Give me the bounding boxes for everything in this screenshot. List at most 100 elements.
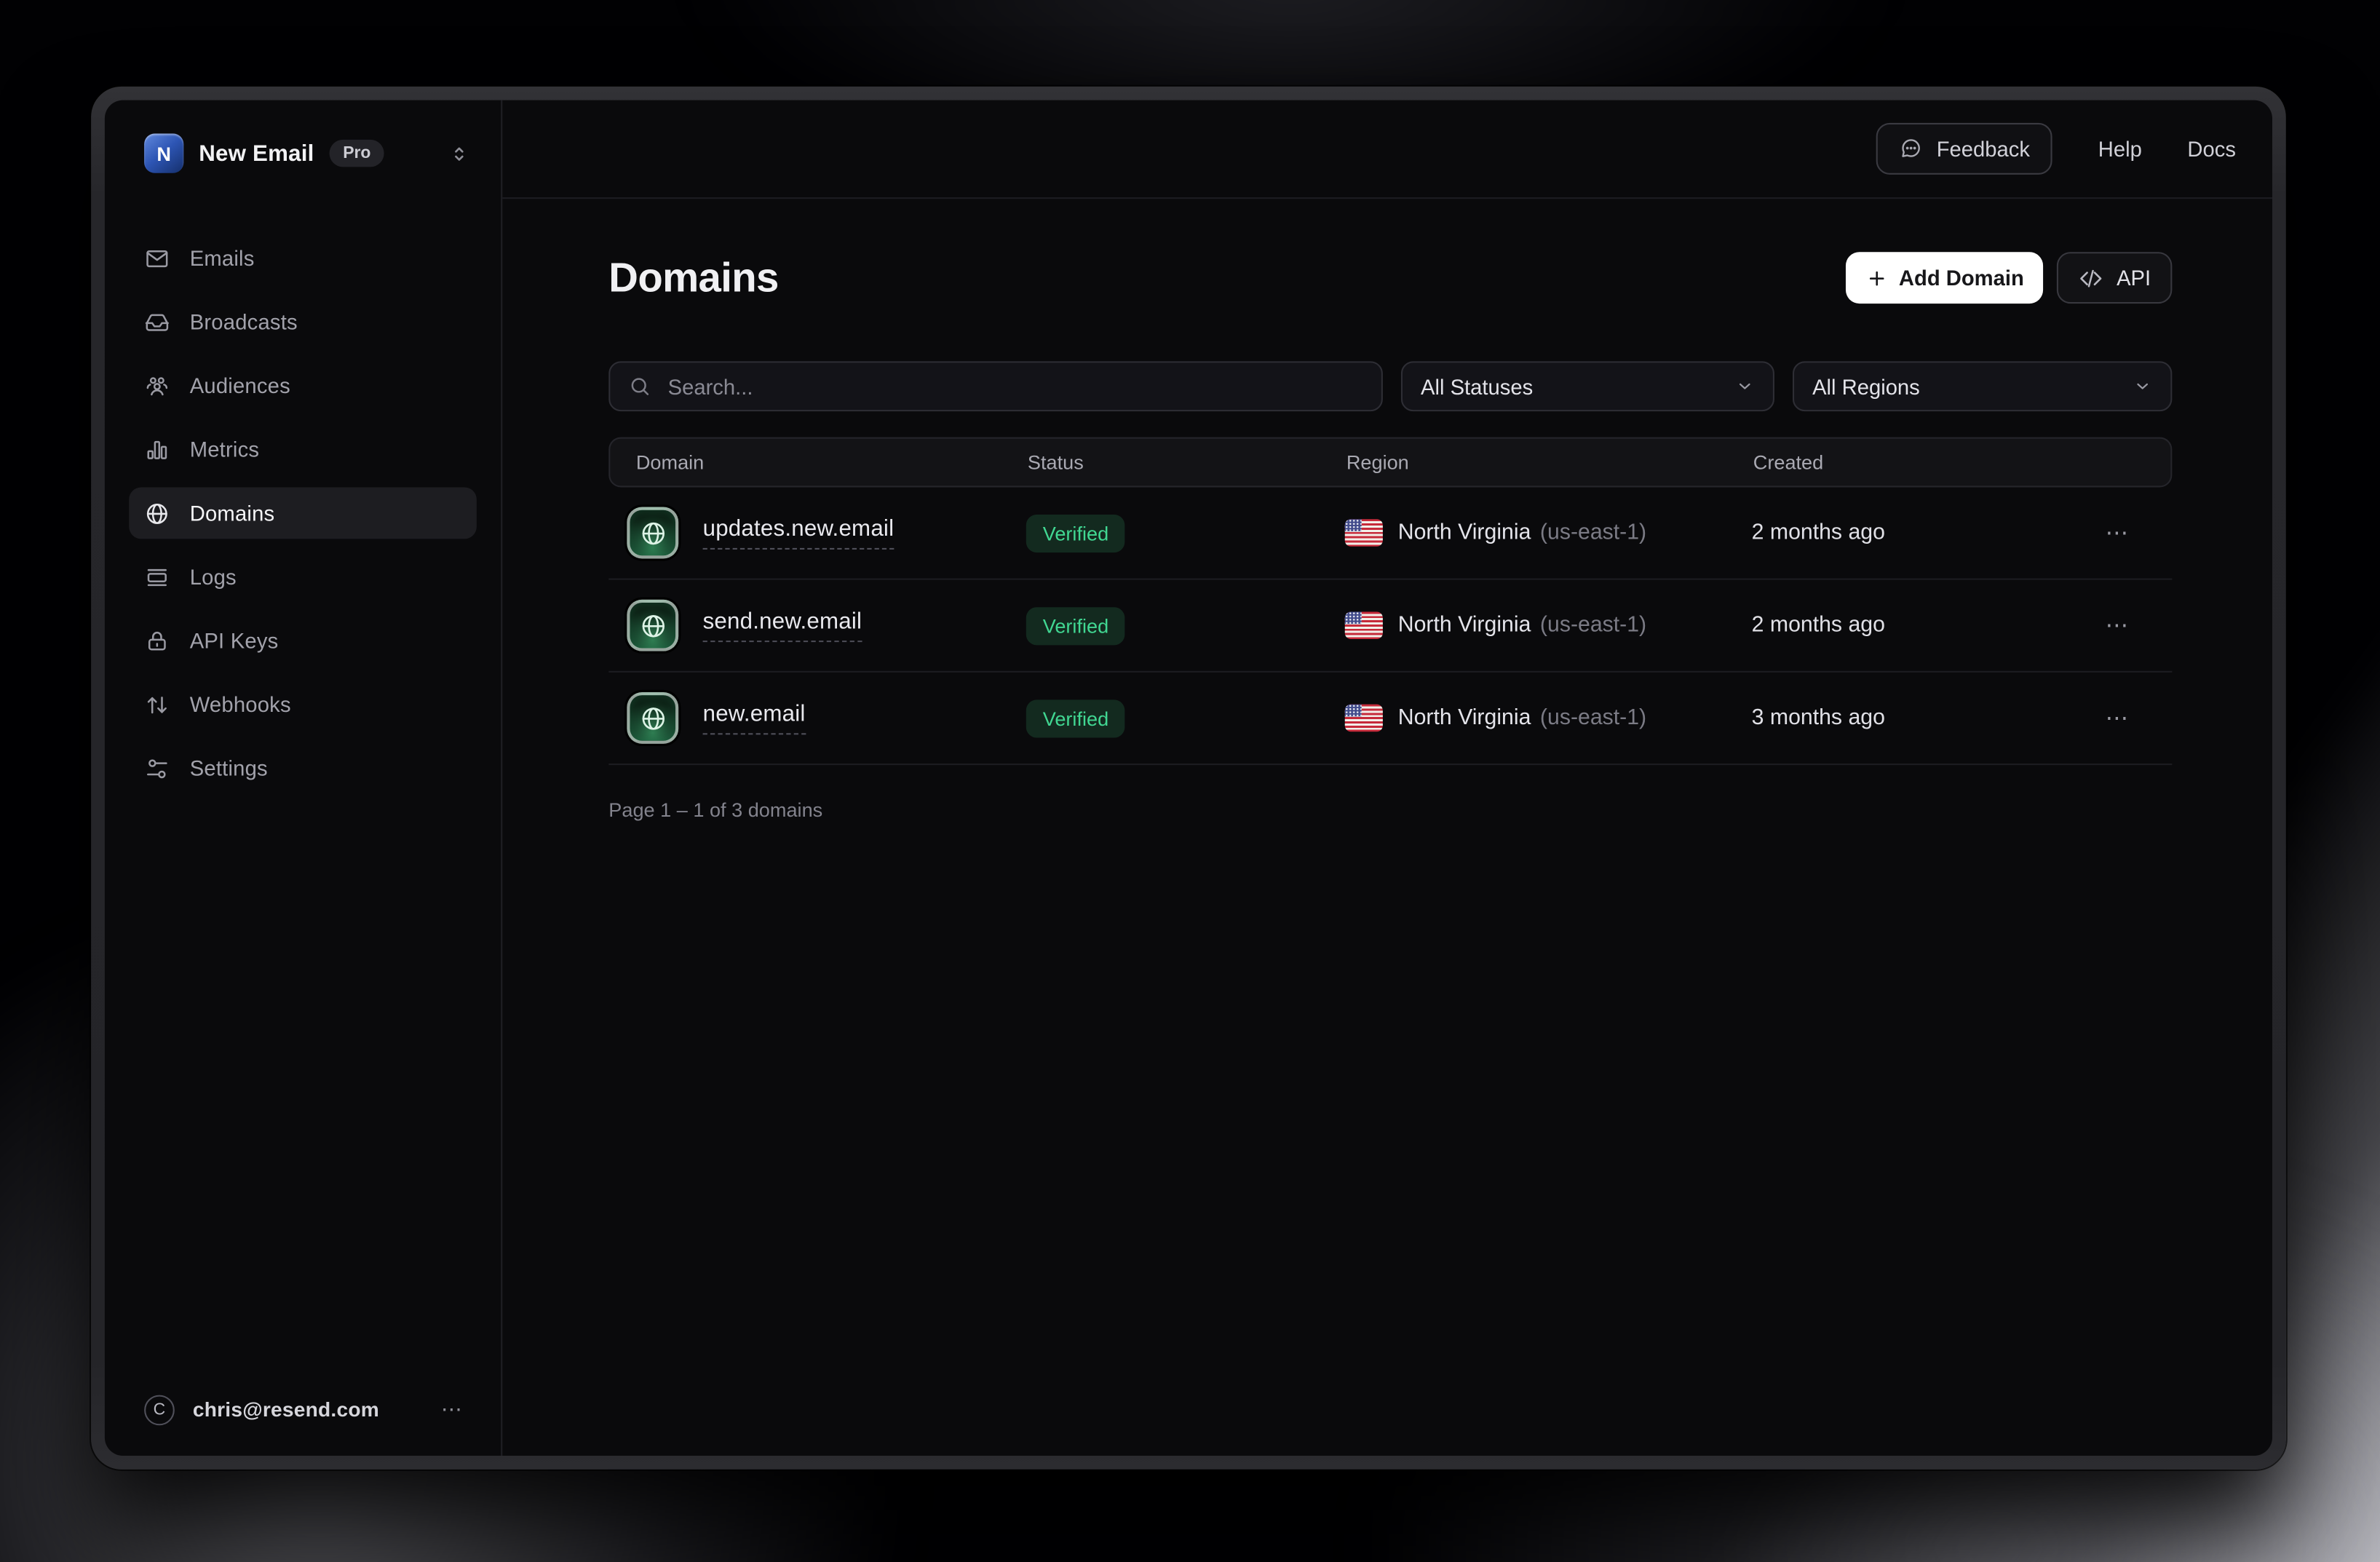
table-header: Domain Status Region Created — [608, 437, 2172, 488]
sidebar-item-label: Metrics — [190, 437, 260, 461]
lock-icon — [144, 627, 170, 653]
domain-cell: new.email — [608, 692, 1026, 744]
row-menu-button[interactable]: ⋯ — [2096, 698, 2138, 737]
row-menu-button[interactable]: ⋯ — [2096, 606, 2138, 645]
code-icon — [2079, 265, 2104, 290]
sidebar-item-label: Emails — [190, 246, 255, 270]
domain-globe-icon — [627, 692, 678, 744]
help-link[interactable]: Help — [2098, 137, 2142, 161]
us-flag-icon — [1345, 611, 1383, 639]
sidebar-item-api-keys[interactable]: API Keys — [129, 615, 477, 667]
domains-table-body: updates.new.email Verified North Virgini… — [608, 487, 2172, 765]
add-domain-label: Add Domain — [1899, 266, 2024, 290]
inbox-icon — [144, 309, 170, 334]
search-icon — [628, 375, 651, 397]
workspace-name: New Email — [199, 140, 314, 166]
sidebar-item-audiences[interactable]: Audiences — [129, 360, 477, 411]
user-email: chris@resend.com — [193, 1398, 379, 1421]
status-cell: Verified — [1026, 514, 1345, 552]
status-cell: Verified — [1026, 699, 1345, 737]
page-title: Domains — [608, 254, 778, 301]
region-code: (us-east-1) — [1540, 520, 1646, 544]
domain-link[interactable]: updates.new.email — [703, 516, 895, 550]
table-row: send.new.email Verified North Virginia (… — [608, 580, 2172, 673]
region-cell: North Virginia (us-east-1) — [1345, 519, 1752, 547]
column-header-created: Created — [1753, 451, 2171, 473]
domain-link[interactable]: send.new.email — [703, 608, 862, 642]
sidebar-item-settings[interactable]: Settings — [129, 742, 477, 794]
page-actions: Add Domain API — [1846, 252, 2172, 304]
page-header: Domains Add Domain — [608, 252, 2172, 304]
globe-icon — [144, 500, 170, 526]
user-row: C chris@resend.com ⋯ — [144, 1393, 470, 1425]
sidebar-item-label: Webhooks — [190, 692, 291, 716]
column-header-region: Region — [1346, 451, 1753, 473]
region-filter-value: All Regions — [1812, 374, 1920, 398]
column-header-domain: Domain — [610, 451, 1028, 473]
app-window: N New Email Pro Emails — [91, 87, 2286, 1470]
sidebar-item-metrics[interactable]: Metrics — [129, 424, 477, 475]
sidebar-item-emails[interactable]: Emails — [129, 232, 477, 284]
workspace-logo: N — [144, 134, 183, 173]
status-filter-value: All Statuses — [1421, 374, 1533, 398]
page-content: Domains Add Domain — [502, 199, 2272, 821]
sidebar-item-logs[interactable]: Logs — [129, 551, 477, 603]
sidebar-item-label: Broadcasts — [190, 309, 298, 333]
feedback-button[interactable]: Feedback — [1876, 123, 2052, 175]
sidebar-nav: Emails Broadcasts Audiences — [105, 232, 501, 794]
created-value: 2 months ago — [1752, 520, 1885, 544]
status-badge: Verified — [1026, 699, 1125, 737]
row-menu-button[interactable]: ⋯ — [2096, 513, 2138, 552]
bar-chart-icon — [144, 437, 170, 462]
domain-link[interactable]: new.email — [703, 702, 806, 735]
region-filter-select[interactable]: All Regions — [1793, 361, 2172, 411]
sliders-icon — [144, 756, 170, 781]
arrows-up-down-icon — [144, 691, 170, 717]
users-icon — [144, 373, 170, 398]
rows-icon — [144, 564, 170, 590]
sidebar-item-label: Logs — [190, 565, 237, 589]
sidebar: N New Email Pro Emails — [105, 100, 502, 1456]
plan-badge: Pro — [329, 140, 384, 167]
api-label: API — [2117, 266, 2151, 290]
region-cell: North Virginia (us-east-1) — [1345, 705, 1752, 732]
api-button[interactable]: API — [2058, 252, 2173, 304]
region-name: North Virginia — [1398, 614, 1531, 638]
region-name: North Virginia — [1398, 520, 1531, 544]
sidebar-item-domains[interactable]: Domains — [129, 487, 477, 539]
region-name: North Virginia — [1398, 706, 1531, 730]
main-column: Feedback Help Docs Domains Add — [502, 100, 2272, 1456]
status-filter-select[interactable]: All Statuses — [1401, 361, 1774, 411]
workspace-logo-initial: N — [156, 142, 171, 164]
status-badge: Verified — [1026, 606, 1125, 644]
add-domain-button[interactable]: Add Domain — [1846, 252, 2044, 304]
search-box — [608, 361, 1383, 411]
created-value: 2 months ago — [1752, 614, 1885, 638]
mail-icon — [144, 245, 170, 271]
column-header-status: Status — [1028, 451, 1346, 473]
avatar: C — [144, 1395, 175, 1425]
user-menu-button[interactable]: ⋯ — [435, 1393, 470, 1425]
feedback-label: Feedback — [1937, 137, 2030, 161]
domain-globe-icon — [627, 600, 678, 651]
app-window-inner: N New Email Pro Emails — [105, 100, 2272, 1456]
region-cell: North Virginia (us-east-1) — [1345, 611, 1752, 639]
search-input[interactable] — [665, 373, 1362, 400]
status-badge: Verified — [1026, 514, 1125, 552]
region-code: (us-east-1) — [1540, 614, 1646, 638]
chevron-down-icon — [2133, 376, 2152, 396]
created-value: 3 months ago — [1752, 706, 1885, 730]
pagination-status: Page 1 – 1 of 3 domains — [608, 798, 2172, 821]
sidebar-item-broadcasts[interactable]: Broadcasts — [129, 296, 477, 348]
filters-row: All Statuses All Regions — [608, 361, 2172, 411]
sidebar-item-label: Audiences — [190, 373, 290, 397]
sidebar-item-webhooks[interactable]: Webhooks — [129, 678, 477, 730]
status-cell: Verified — [1026, 606, 1345, 644]
plus-icon — [1865, 266, 1888, 289]
table-row: updates.new.email Verified North Virgini… — [608, 487, 2172, 579]
table-row: new.email Verified North Virginia (us-ea… — [608, 673, 2172, 765]
docs-link[interactable]: Docs — [2187, 137, 2236, 161]
workspace-switcher[interactable]: N New Email Pro — [105, 130, 501, 176]
us-flag-icon — [1345, 519, 1383, 547]
sidebar-item-label: API Keys — [190, 628, 279, 652]
